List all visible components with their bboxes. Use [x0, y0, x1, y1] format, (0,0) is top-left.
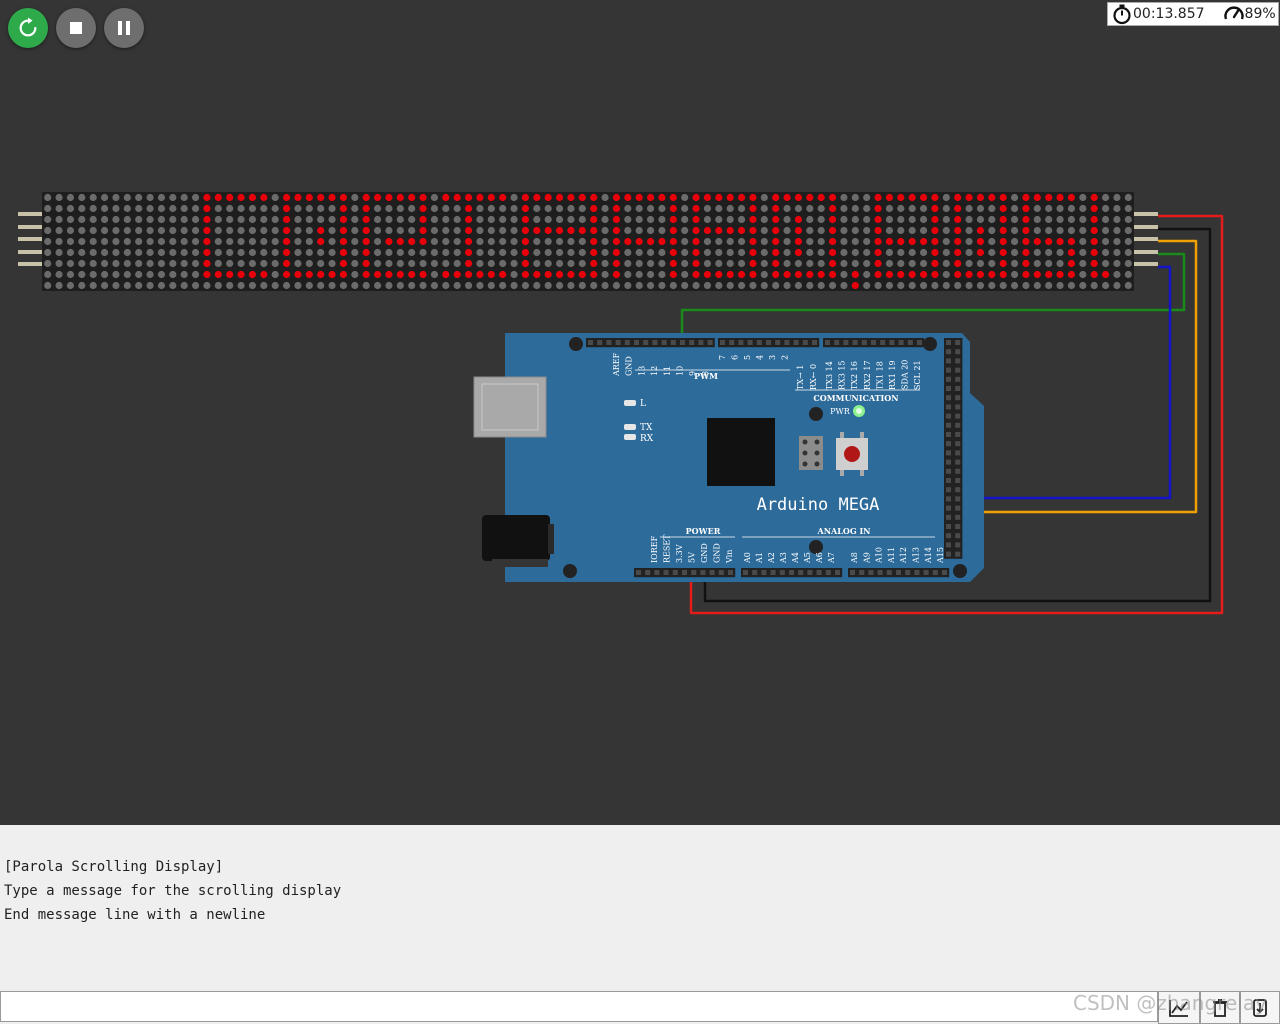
pin-label: A8	[850, 552, 859, 564]
pin-label: IOREF	[650, 535, 659, 563]
pin-label: TX→ 1	[796, 365, 805, 390]
pin-label: 5V	[688, 552, 697, 563]
pin-label: 6	[731, 355, 740, 360]
serial-monitor: [Parola Scrolling Display] Type a messag…	[0, 825, 1280, 991]
led-l-label: L	[640, 399, 646, 409]
restart-icon	[19, 17, 37, 37]
pin-label: SCL 21	[913, 360, 922, 390]
pin-label: 10	[676, 366, 685, 376]
pin-label: RX2 17	[863, 360, 872, 390]
microcontroller-chip	[707, 418, 775, 486]
scroll-lock-icon	[1253, 998, 1267, 1017]
pin-label: A9	[862, 552, 871, 564]
communication-label: COMMUNICATION	[813, 393, 898, 403]
pin-label: GND	[625, 356, 634, 376]
serial-output: [Parola Scrolling Display] Type a messag…	[4, 855, 341, 927]
led-rx	[624, 434, 636, 440]
pin-label: AREF	[612, 352, 621, 377]
pin-label: A0	[743, 552, 752, 564]
plotter-button[interactable]	[1158, 991, 1200, 1024]
speedometer-icon	[1223, 6, 1244, 20]
pin-label: 12	[650, 366, 659, 376]
pin-label: RX3 15	[838, 360, 847, 390]
pin-label: A5	[803, 552, 812, 564]
pin-label: TX1 18	[875, 361, 884, 390]
trash-icon	[1213, 998, 1227, 1017]
serial-line: [Parola Scrolling Display]	[4, 859, 224, 875]
clear-output-button[interactable]	[1200, 991, 1240, 1024]
led-matrix-display[interactable]	[42, 192, 1134, 291]
power-label: POWER	[686, 526, 721, 536]
stop-icon	[70, 22, 82, 34]
chart-line-icon	[1169, 999, 1188, 1017]
matrix-output-pins	[1134, 212, 1158, 275]
led-tx	[624, 424, 636, 430]
pin-label: 13	[637, 366, 646, 376]
power-jack	[482, 515, 550, 561]
simulation-speed: 89%	[1244, 6, 1276, 22]
pin-label: A4	[791, 552, 800, 564]
pin-label: A3	[779, 552, 788, 564]
autoscroll-button[interactable]	[1240, 991, 1280, 1024]
pin-label: A2	[767, 552, 776, 564]
led-l	[624, 400, 636, 406]
pin-label: 11	[663, 366, 672, 376]
pin-label: 7	[718, 355, 727, 360]
led-tx-label: TX	[640, 423, 653, 433]
serial-line: End message line with a newline	[4, 907, 266, 923]
analog-in-label: ANALOG IN	[817, 526, 871, 536]
board-title: Arduino MEGA	[757, 495, 880, 515]
restart-button[interactable]	[8, 8, 48, 48]
pin-label: GND	[700, 543, 709, 563]
pin-label: 8	[701, 371, 710, 376]
pause-icon	[118, 21, 130, 35]
pause-button[interactable]	[104, 8, 144, 48]
pin-label: A11	[887, 547, 896, 564]
matrix-input-pins	[18, 212, 42, 275]
pin-label: 3	[768, 355, 777, 360]
pin-label: TX2 16	[850, 361, 859, 390]
simulation-stats: 00:13.857 89%	[1107, 2, 1279, 26]
pin-label: GND	[713, 543, 722, 563]
pin-label: 2	[781, 355, 790, 360]
pin-label: A12	[899, 547, 908, 564]
simulation-canvas[interactable]: 00:13.857 89% Arduino MEGA PWM COMMUNICA…	[0, 0, 1280, 825]
usb-connector	[473, 376, 547, 438]
pin-label: A15	[936, 547, 945, 564]
pin-label: 5	[743, 355, 752, 360]
pin-label: RESET	[663, 534, 672, 563]
stopwatch-icon	[1113, 4, 1131, 25]
pin-label: A7	[827, 552, 836, 564]
pin-label: SDA 20	[901, 360, 910, 390]
pin-label: A10	[875, 547, 884, 564]
pin-label: TX3 14	[825, 361, 834, 390]
serial-line: Type a message for the scrolling display	[4, 883, 342, 899]
pin-label: RX1 19	[888, 360, 897, 390]
led-rx-label: RX	[640, 434, 654, 444]
pin-label: RX← 0	[809, 364, 818, 390]
pin-label: A1	[755, 552, 764, 564]
pin-label: A13	[912, 547, 921, 564]
pin-label: A14	[924, 547, 933, 564]
serial-input[interactable]	[0, 991, 1158, 1022]
elapsed-time: 00:13.857	[1133, 6, 1205, 22]
pwr-label: PWR	[830, 407, 851, 416]
pin-label: 9	[688, 371, 697, 376]
stop-button[interactable]	[56, 8, 96, 48]
pin-label: 3.3V	[675, 544, 684, 563]
pin-label: Vin	[725, 550, 734, 564]
arduino-mega-board[interactable]: Arduino MEGA PWM COMMUNICATION PWR POWER…	[473, 333, 984, 582]
pin-label: A6	[815, 552, 824, 564]
pin-label: 4	[756, 355, 765, 360]
